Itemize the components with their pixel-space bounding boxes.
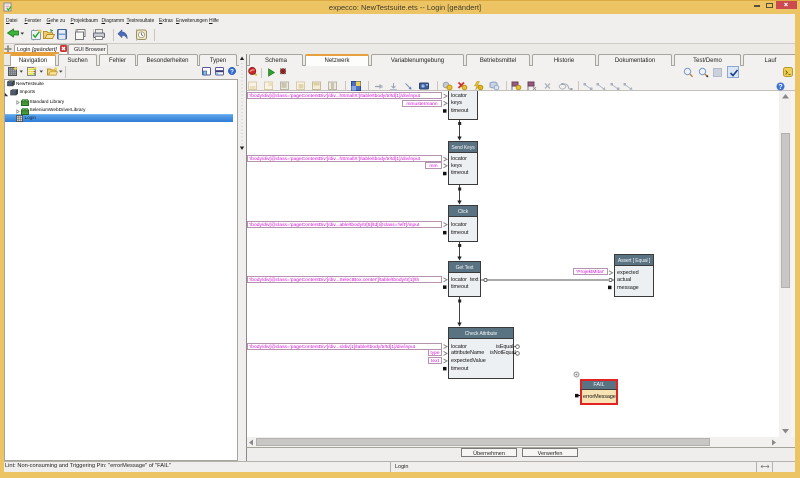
svg-text:?: ? [230, 69, 234, 76]
svg-text:?: ? [778, 84, 782, 91]
